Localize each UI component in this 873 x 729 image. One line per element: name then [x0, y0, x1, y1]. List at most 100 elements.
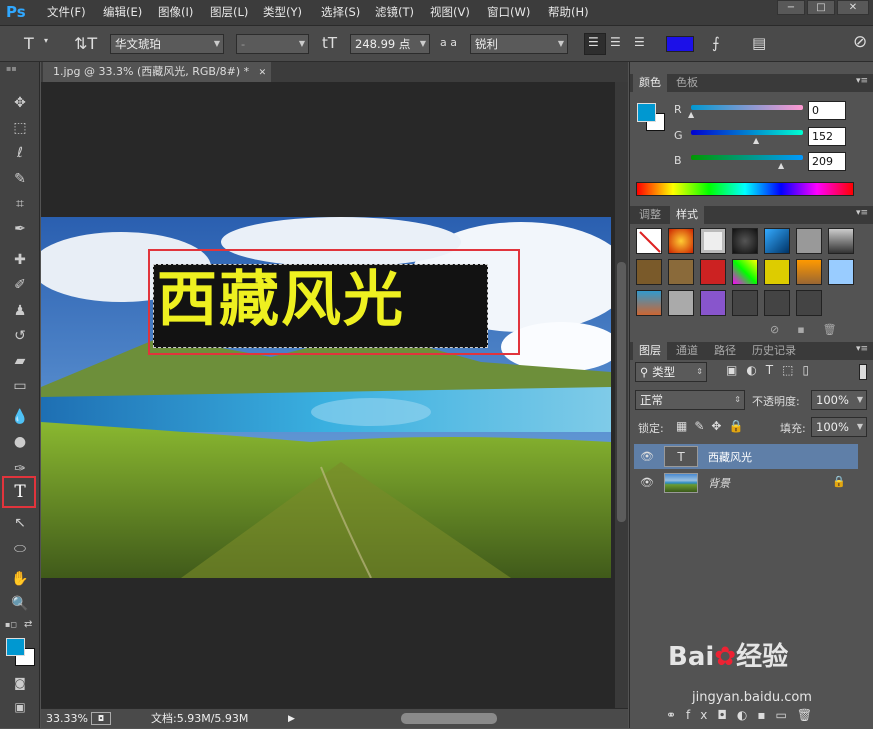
font-style-select[interactable]: - ▼	[236, 34, 309, 54]
text-color-swatch[interactable]	[666, 36, 694, 52]
marquee-tool-icon[interactable]: ⬚	[6, 117, 34, 139]
type-tool-preset-icon[interactable]: T	[24, 34, 34, 53]
font-family-select[interactable]: 华文琥珀 ▼	[110, 34, 224, 54]
style-swatch[interactable]	[764, 228, 790, 254]
menu-view[interactable]: 视图(V)	[430, 0, 470, 24]
close-icon[interactable]: ✕	[837, 0, 869, 15]
horizontal-scroll-thumb[interactable]	[401, 713, 497, 724]
lock-icons[interactable]: ▦✎✥🔒	[676, 419, 750, 433]
quick-select-tool-icon[interactable]: ✎	[6, 168, 34, 190]
panel-menu-icon[interactable]: ▾≡	[856, 208, 868, 218]
style-none-swatch[interactable]	[636, 228, 662, 254]
chevron-down-icon[interactable]: ▾	[44, 36, 48, 45]
layer-filter-icons[interactable]: ▣◐T⬚▯	[726, 363, 818, 377]
layer-kind-filter[interactable]: ⚲ 类型 ⇕	[635, 362, 707, 382]
character-panel-icon[interactable]: ▤	[752, 34, 766, 52]
style-swatch[interactable]	[700, 290, 726, 316]
type-tool-button[interactable]: T	[2, 476, 36, 508]
tab-channels[interactable]: 通道	[670, 342, 704, 360]
style-swatch[interactable]	[668, 259, 694, 285]
eye-icon[interactable]: 👁	[640, 450, 654, 463]
menu-filter[interactable]: 滤镜(T)	[375, 0, 414, 24]
tab-styles[interactable]: 样式	[670, 206, 704, 224]
layer-name[interactable]: 西藏风光	[708, 449, 752, 465]
zoom-tool-icon[interactable]: 🔍	[6, 593, 34, 615]
canvas-area[interactable]: 西藏风光	[41, 82, 615, 708]
style-swatch[interactable]	[700, 228, 726, 254]
panel-menu-icon[interactable]: ▾≡	[856, 76, 868, 86]
dodge-tool-icon[interactable]: ●	[6, 431, 34, 453]
r-slider-handle[interactable]: ▲	[688, 110, 694, 119]
align-right-icon[interactable]: ☰	[634, 35, 645, 49]
style-swatch[interactable]	[732, 228, 758, 254]
filter-toggle[interactable]	[859, 364, 867, 380]
style-swatch[interactable]	[796, 228, 822, 254]
style-swatch[interactable]	[668, 228, 694, 254]
b-value-input[interactable]: 209	[808, 152, 846, 171]
healing-brush-tool-icon[interactable]: ✚	[6, 249, 34, 271]
blur-tool-icon[interactable]: 💧	[6, 406, 34, 428]
menu-window[interactable]: 窗口(W)	[487, 0, 530, 24]
menu-help[interactable]: 帮助(H)	[548, 0, 589, 24]
default-colors-icon[interactable]: ▪◻	[5, 620, 17, 629]
hand-tool-icon[interactable]: ✋	[6, 568, 34, 590]
lasso-tool-icon[interactable]: ℓ	[6, 142, 34, 164]
b-slider-handle[interactable]: ▲	[778, 161, 784, 170]
brush-tool-icon[interactable]: ✐	[6, 274, 34, 296]
menu-edit[interactable]: 编辑(E)	[103, 0, 142, 24]
style-swatch[interactable]	[732, 259, 758, 285]
eyedropper-tool-icon[interactable]: ✒	[6, 218, 34, 240]
styles-footer-icons[interactable]: ⊘▪🗑	[770, 323, 855, 336]
style-swatch[interactable]	[668, 290, 694, 316]
layer-row[interactable]: 👁 背景 🔒	[634, 470, 858, 495]
screen-mode-icon[interactable]: ▣	[6, 696, 34, 718]
align-center-icon[interactable]: ☰	[610, 35, 621, 49]
font-size-select[interactable]: 248.99 点 ▼	[350, 34, 430, 54]
tab-adjustments[interactable]: 调整	[633, 206, 667, 224]
menu-select[interactable]: 选择(S)	[321, 0, 360, 24]
ellipse-tool-icon[interactable]: ⬭	[6, 538, 34, 560]
document-tab[interactable]: 1.jpg @ 33.3% (西藏风光, RGB/8#) * ✕	[43, 62, 271, 82]
menu-file[interactable]: 文件(F)	[47, 0, 86, 24]
tab-layers[interactable]: 图层	[633, 342, 667, 360]
quick-mask-icon[interactable]: ◙	[6, 672, 34, 694]
style-swatch[interactable]	[796, 259, 822, 285]
style-swatch[interactable]	[732, 290, 758, 316]
scroll-thumb[interactable]	[617, 262, 626, 522]
opacity-input[interactable]: 100% ▼	[811, 390, 867, 410]
crop-tool-icon[interactable]: ⌗	[6, 193, 34, 215]
layers-footer-icons[interactable]: ⚭fx◘◐▪▭🗑	[666, 708, 822, 722]
cancel-icon[interactable]: ⊘	[853, 32, 867, 52]
menu-image[interactable]: 图像(I)	[158, 0, 193, 24]
style-swatch[interactable]	[700, 259, 726, 285]
align-left-button[interactable]: ☰	[584, 33, 606, 55]
menu-type[interactable]: 类型(Y)	[263, 0, 302, 24]
panel-menu-icon[interactable]: ▾≡	[856, 344, 868, 354]
zoom-level[interactable]: 33.33%	[46, 709, 88, 729]
tab-color[interactable]: 颜色	[633, 74, 667, 92]
style-swatch[interactable]	[828, 228, 854, 254]
eye-icon[interactable]: 👁	[640, 476, 654, 489]
antialias-select[interactable]: 锐利 ▼	[470, 34, 568, 54]
swap-colors-icon[interactable]: ⇄	[24, 619, 32, 630]
foreground-color-swatch[interactable]	[6, 638, 25, 656]
minimize-icon[interactable]: −	[777, 0, 805, 15]
tab-swatches[interactable]: 色板	[670, 74, 704, 92]
text-orientation-icon[interactable]: ⇅T	[74, 34, 97, 53]
r-value-input[interactable]: 0	[808, 101, 846, 120]
style-swatch[interactable]	[636, 259, 662, 285]
clone-stamp-tool-icon[interactable]: ♟	[6, 300, 34, 322]
path-select-tool-icon[interactable]: ↖	[6, 512, 34, 534]
b-slider[interactable]	[691, 155, 803, 160]
tab-history[interactable]: 历史记录	[746, 342, 802, 360]
layer-name[interactable]: 背景	[708, 475, 730, 491]
g-slider-handle[interactable]: ▲	[753, 136, 759, 145]
style-swatch[interactable]	[828, 259, 854, 285]
eraser-tool-icon[interactable]: ▰	[6, 350, 34, 372]
warp-text-icon[interactable]: ⨍	[712, 34, 720, 52]
history-brush-tool-icon[interactable]: ↺	[6, 325, 34, 347]
menu-layer[interactable]: 图层(L)	[210, 0, 248, 24]
maximize-icon[interactable]: □	[807, 0, 835, 15]
layer-row[interactable]: 👁 T 西藏风光	[634, 444, 858, 469]
color-spectrum-bar[interactable]	[636, 182, 854, 196]
